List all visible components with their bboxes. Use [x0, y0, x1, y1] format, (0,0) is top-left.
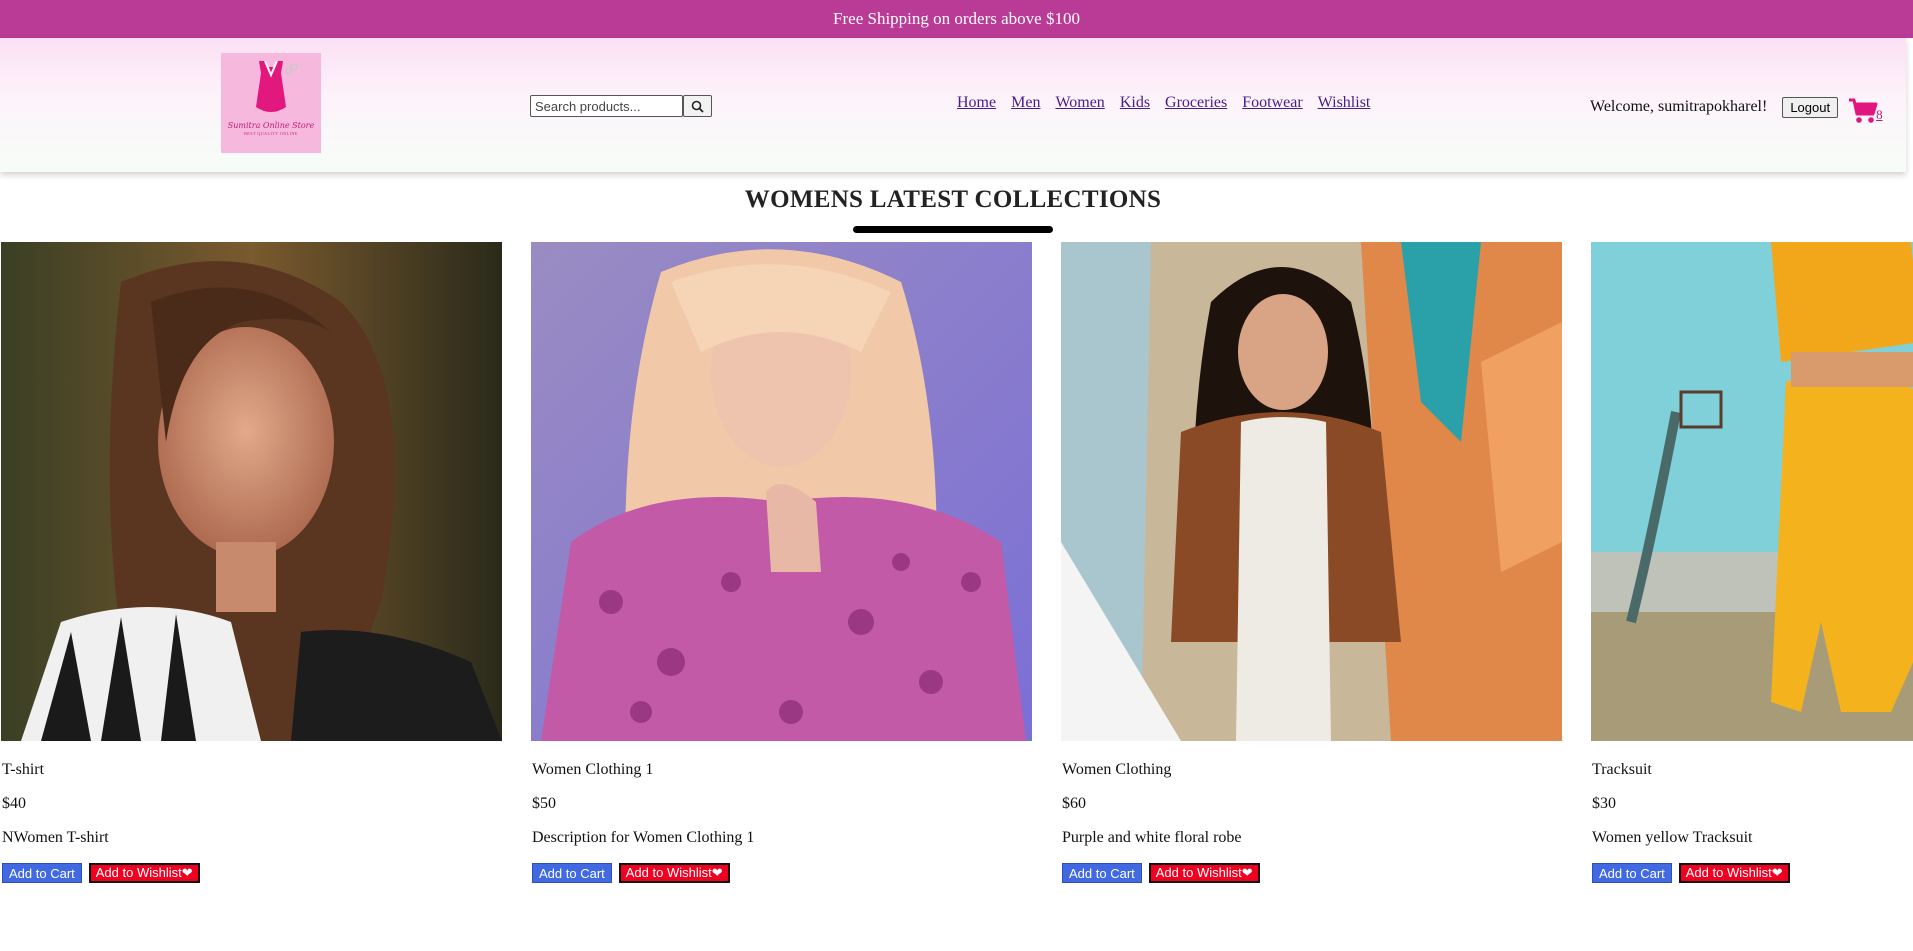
nav-link-footwear[interactable]: Footwear [1242, 94, 1302, 112]
add-to-cart-button[interactable]: Add to Cart [532, 863, 612, 883]
logout-button[interactable]: Logout [1782, 96, 1839, 118]
promo-banner: Free Shipping on orders above $100 [0, 0, 1913, 38]
shopping-cart-icon [1849, 98, 1878, 123]
product-card: Women Clothing 1 $50 Description for Wom… [531, 242, 1032, 883]
product-price: $50 [532, 795, 556, 812]
add-to-wishlist-button[interactable]: Add to Wishlist❤ [1678, 863, 1790, 883]
nav-link-women[interactable]: Women [1055, 94, 1104, 112]
search-bar [530, 95, 712, 117]
product-name: Women Clothing 1 [532, 761, 654, 778]
add-to-cart-button[interactable]: Add to Cart [1062, 863, 1142, 883]
dress-logo-icon [256, 60, 298, 112]
user-area: Welcome, sumitrapokharel! Logout 8 [1590, 89, 1883, 125]
search-icon [691, 100, 704, 113]
add-to-cart-button[interactable]: Add to Cart [1592, 863, 1672, 883]
product-description: Purple and white floral robe [1062, 829, 1242, 846]
product-photo [1061, 242, 1562, 741]
nav-link-wishlist[interactable]: Wishlist [1318, 94, 1371, 112]
promo-text: Free Shipping on orders above $100 [833, 9, 1080, 28]
logo-subtitle: BEST QUALITY ONLINE [244, 131, 298, 136]
search-button[interactable] [683, 95, 712, 117]
welcome-message: Welcome, sumitrapokharel! [1590, 98, 1768, 115]
add-to-wishlist-button[interactable]: Add to Wishlist❤ [618, 863, 730, 883]
add-to-wishlist-button[interactable]: Add to Wishlist❤ [88, 863, 200, 883]
nav-link-groceries[interactable]: Groceries [1165, 94, 1227, 112]
add-to-wishlist-button[interactable]: Add to Wishlist❤ [1148, 863, 1260, 883]
product-image[interactable] [531, 242, 1032, 741]
product-card: Tracksuit $30 Women yellow Tracksuit Add… [1591, 242, 1913, 883]
product-description: Description for Women Clothing 1 [532, 829, 755, 846]
site-header: Sumitra Online Store BEST QUALITY ONLINE… [0, 38, 1906, 172]
store-logo[interactable]: Sumitra Online Store BEST QUALITY ONLINE [221, 53, 321, 153]
cart-link[interactable]: 8 [1848, 89, 1883, 125]
product-name: Tracksuit [1592, 761, 1652, 778]
nav-link-men[interactable]: Men [1011, 94, 1040, 112]
section-title: WOMENS LATEST COLLECTIONS [744, 186, 1162, 213]
product-description: Women yellow Tracksuit [1592, 829, 1753, 846]
product-price: $40 [2, 795, 26, 812]
product-price: $60 [1062, 795, 1086, 812]
product-card: Women Clothing $60 Purple and white flor… [1061, 242, 1562, 883]
add-to-cart-button[interactable]: Add to Cart [2, 863, 82, 883]
logo-title: Sumitra Online Store [227, 121, 315, 130]
product-name: T-shirt [2, 761, 45, 778]
product-photo [1, 242, 502, 741]
product-photo [1591, 242, 1913, 741]
title-underline [853, 226, 1053, 233]
product-price: $30 [1592, 795, 1616, 812]
cart-count[interactable]: 8 [1876, 107, 1883, 123]
product-card: T-shirt $40 NWomen T-shirt Add to Cart A… [1, 242, 502, 883]
product-description: NWomen T-shirt [2, 829, 109, 846]
search-input[interactable] [530, 95, 683, 117]
product-name: Women Clothing [1062, 761, 1172, 778]
nav-link-kids[interactable]: Kids [1120, 94, 1150, 112]
nav-link-home[interactable]: Home [957, 94, 996, 112]
product-photo [531, 242, 1032, 741]
product-image[interactable] [1, 242, 502, 741]
product-image[interactable] [1061, 242, 1562, 741]
product-grid: T-shirt $40 NWomen T-shirt Add to Cart A… [0, 242, 1913, 902]
main-nav: Home Men Women Kids Groceries Footwear W… [957, 94, 1385, 112]
product-image[interactable] [1591, 242, 1913, 741]
